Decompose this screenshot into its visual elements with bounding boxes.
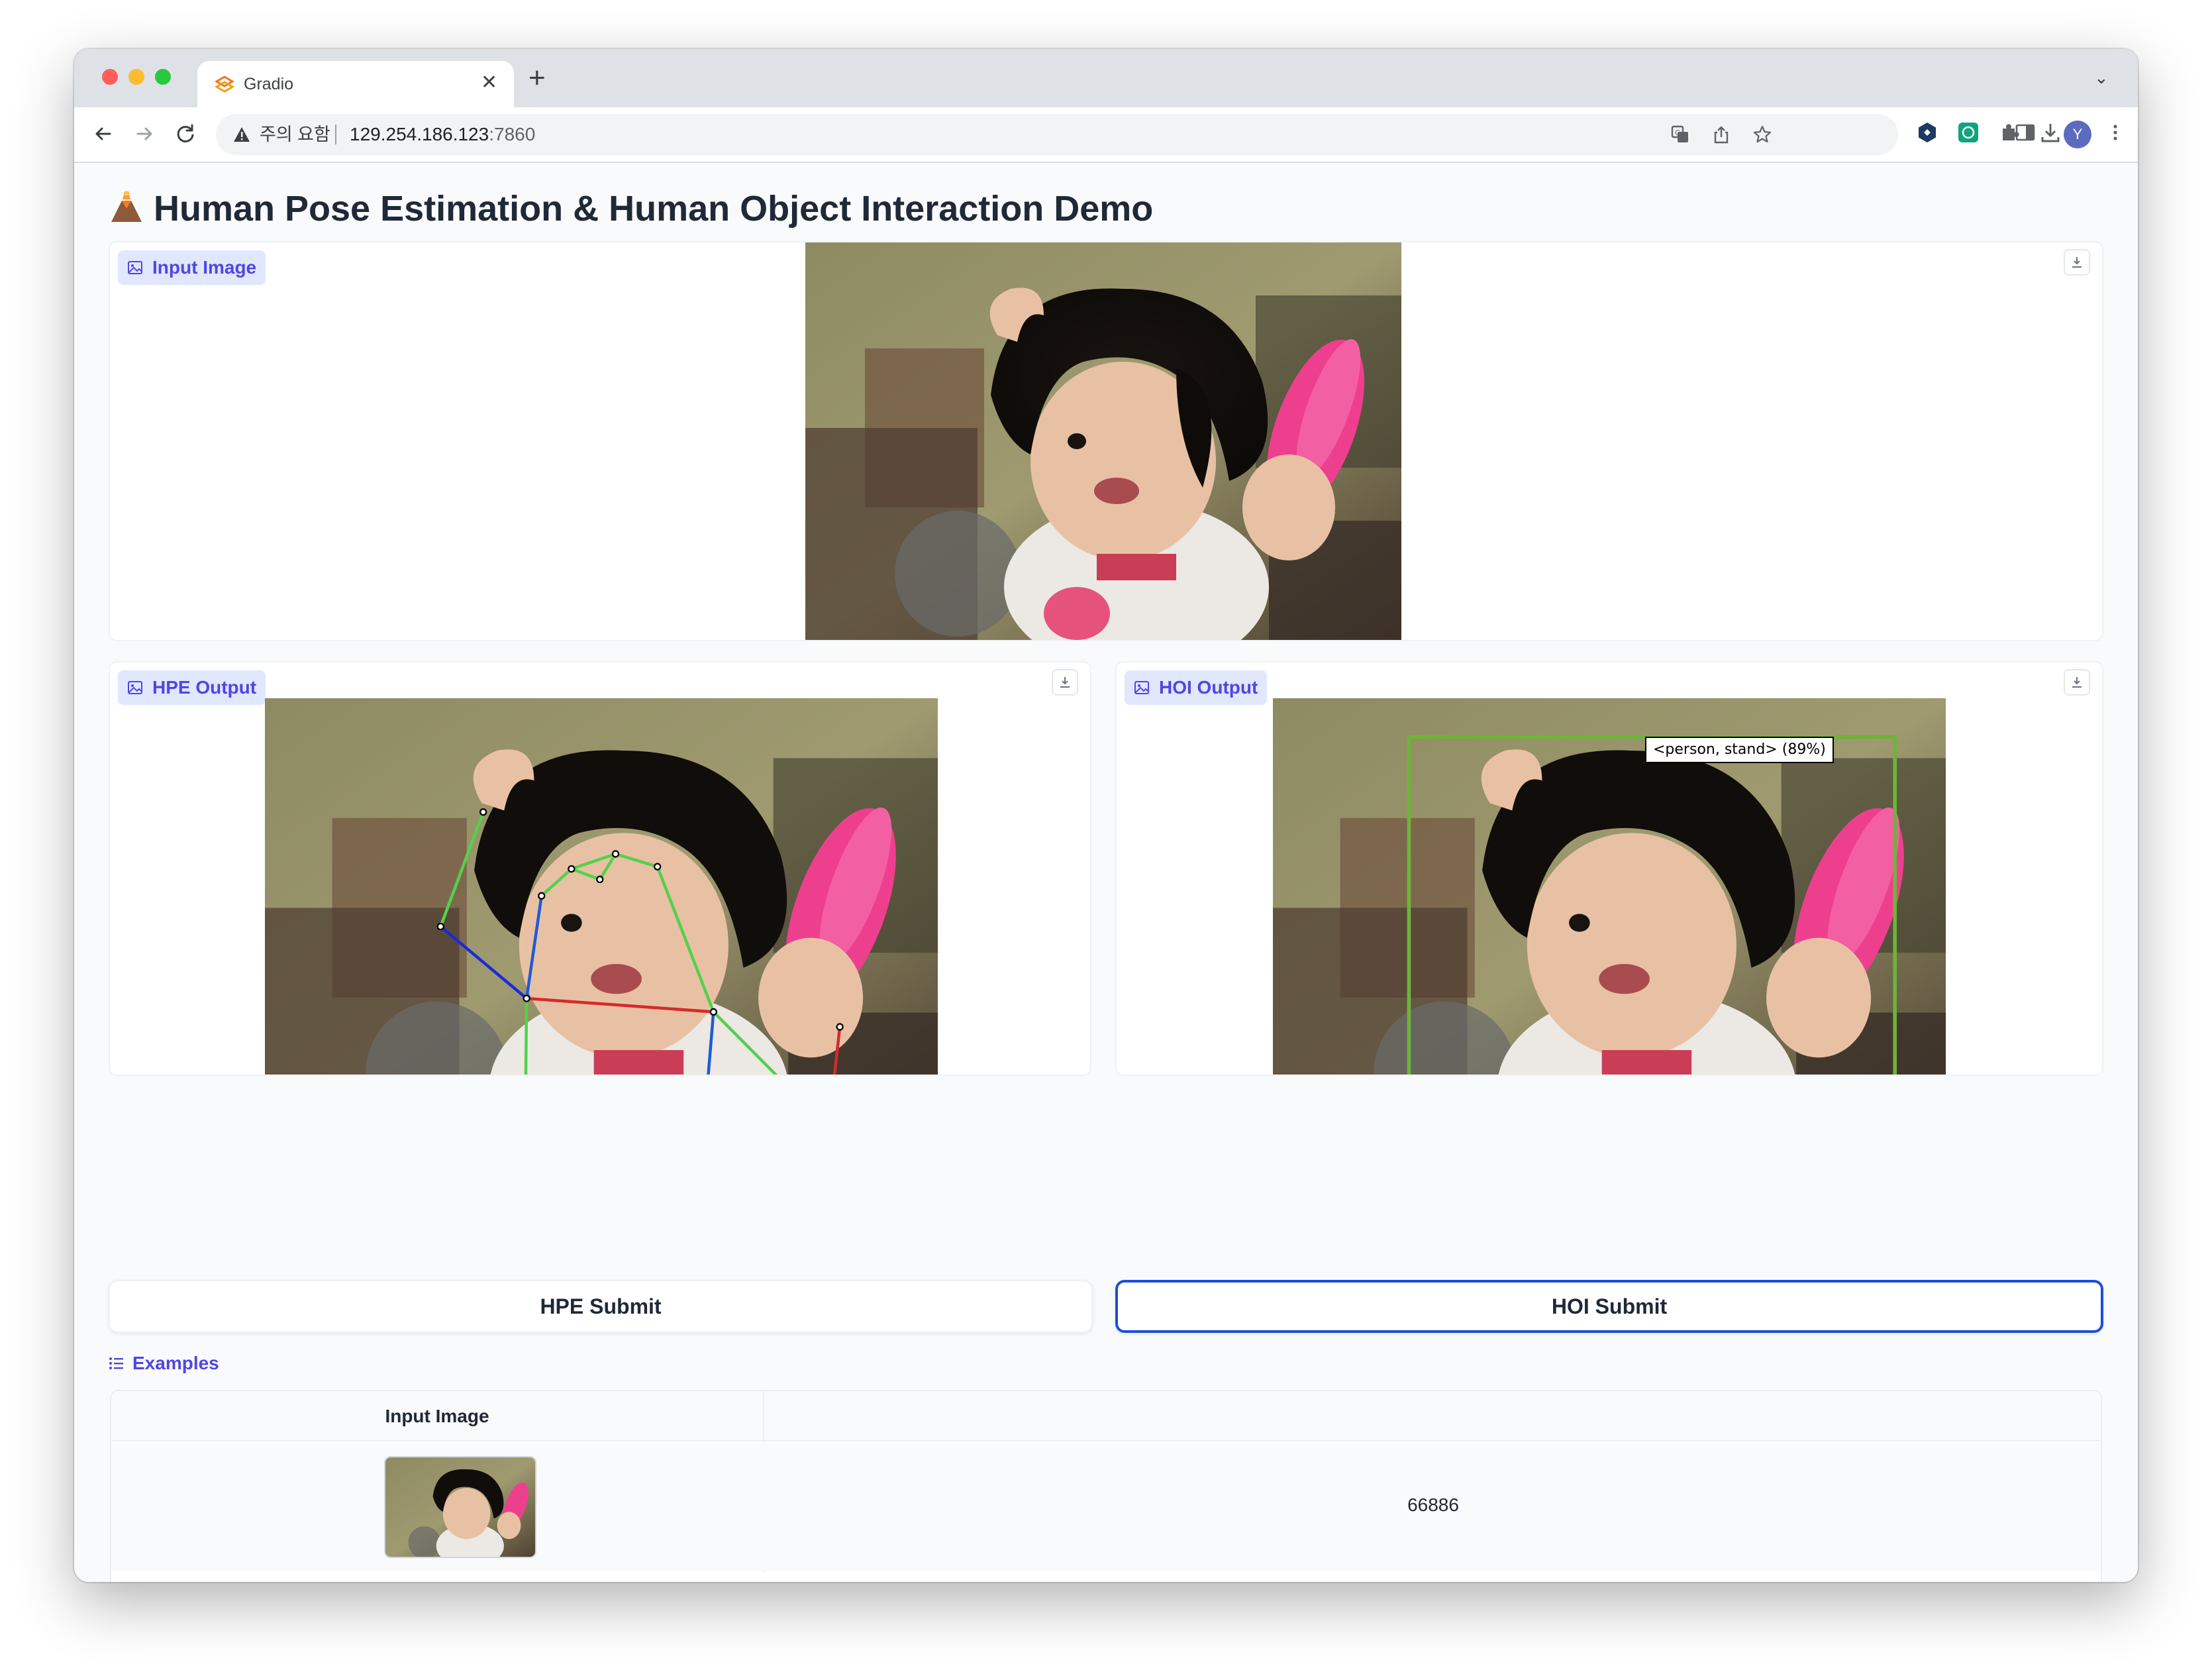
address-bar[interactable]: 주의 요함 129.254.186.123:7860 G	[216, 114, 1898, 155]
download-icon	[2072, 257, 2082, 268]
hpe-submit-button[interactable]: HPE Submit	[109, 1280, 1093, 1333]
hoi-output-label-text: HOI Output	[1159, 677, 1258, 698]
hoi-output-image: <person, stand> (89%)	[1273, 698, 1946, 1075]
hoi-submit-button[interactable]: HOI Submit	[1115, 1280, 2103, 1333]
table-row[interactable]: 66886	[111, 1443, 2101, 1571]
url-host: 129.254.186.123	[350, 124, 489, 144]
image-icon	[128, 261, 142, 274]
hoi-output-label: HOI Output	[1125, 670, 1268, 705]
input-image-panel[interactable]: Input Image	[109, 241, 2103, 641]
share-icon[interactable]	[1711, 125, 1731, 144]
example-thumbnail[interactable]	[384, 1456, 536, 1558]
hpe-output-label: HPE Output	[118, 670, 266, 705]
hpe-output-panel: HPE Output	[109, 661, 1091, 1076]
tab-search-chevron-icon[interactable]: ⌄	[2094, 68, 2109, 88]
examples-heading-text: Examples	[132, 1353, 219, 1373]
url-port: :7860	[489, 124, 536, 144]
svg-text:G: G	[1675, 129, 1681, 137]
bookmark-star-icon[interactable]	[1752, 125, 1772, 144]
hpe-output-image	[265, 698, 938, 1075]
tab-title: Gradio	[244, 75, 294, 93]
profile-avatar[interactable]: Y	[2064, 121, 2091, 148]
page-title-text: Human Pose Estimation & Human Object Int…	[154, 189, 1154, 229]
page-title: Human Pose Estimation & Human Object Int…	[109, 185, 1153, 232]
column-header-id	[764, 1391, 2101, 1442]
new-tab-icon[interactable]: +	[528, 64, 546, 93]
input-download-button[interactable]	[2064, 249, 2090, 276]
translate-icon[interactable]: G	[1670, 125, 1690, 144]
reload-icon[interactable]	[172, 121, 199, 147]
image-icon	[128, 681, 142, 694]
side-panel-icon[interactable]	[2013, 121, 2037, 144]
input-image-label-text: Input Image	[152, 257, 257, 278]
gradio-favicon-icon	[215, 76, 234, 93]
examples-table: Input Image 66886	[110, 1390, 2102, 1582]
child-photo-hpe	[265, 698, 938, 1075]
hpe-download-button[interactable]	[1052, 669, 1078, 696]
chatgpt-extension-icon[interactable]	[1956, 121, 1980, 144]
child-photo-hoi	[1273, 698, 1946, 1075]
maximize-window-button[interactable]	[155, 69, 171, 85]
volcano-icon	[111, 190, 142, 222]
hoi-output-panel: HOI Output <person, stand> (89%)	[1115, 661, 2103, 1076]
url-text[interactable]: 129.254.186.123:7860	[350, 123, 535, 146]
column-header-input-image: Input Image	[111, 1391, 763, 1442]
close-window-button[interactable]	[102, 69, 118, 85]
example-id: 66886	[1407, 1495, 1459, 1515]
input-image-label: Input Image	[118, 250, 266, 285]
download-icon	[2072, 677, 2082, 688]
hpe-output-label-text: HPE Output	[152, 677, 257, 698]
url-separator	[335, 125, 336, 144]
detection-label: <person, stand> (89%)	[1645, 737, 1834, 763]
security-warning-label[interactable]: 주의 요함	[260, 123, 330, 146]
input-image	[805, 242, 1401, 640]
list-icon	[109, 1357, 123, 1369]
browser-toolbar: 주의 요함 129.254.186.123:7860 G Y	[74, 107, 2138, 163]
child-photo-thumb	[385, 1457, 535, 1557]
downloads-icon[interactable]	[2038, 121, 2062, 144]
warning-triangle-icon	[234, 127, 250, 142]
table-row[interactable]	[111, 1573, 2101, 1582]
forward-arrow-icon[interactable]	[131, 121, 158, 147]
image-icon	[1134, 681, 1149, 694]
gradio-app: Human Pose Estimation & Human Object Int…	[74, 163, 2138, 1582]
browser-tab[interactable]: Gradio ✕	[197, 61, 514, 107]
browser-window: Gradio ✕ + ⌄ 주의 요함 129.254.186.123:7860	[74, 49, 2138, 1582]
child-photo-input	[805, 242, 1401, 640]
examples-heading: Examples	[109, 1350, 219, 1377]
kebab-menu-icon[interactable]	[2103, 121, 2127, 144]
extension-hexagon-icon[interactable]	[1915, 121, 1939, 144]
download-icon	[1060, 677, 1070, 688]
minimize-window-button[interactable]	[128, 69, 144, 85]
back-arrow-icon[interactable]	[90, 121, 117, 147]
tab-close-icon[interactable]: ✕	[481, 72, 497, 94]
hoi-download-button[interactable]	[2064, 669, 2090, 696]
tab-strip: Gradio ✕ + ⌄	[74, 49, 2138, 107]
